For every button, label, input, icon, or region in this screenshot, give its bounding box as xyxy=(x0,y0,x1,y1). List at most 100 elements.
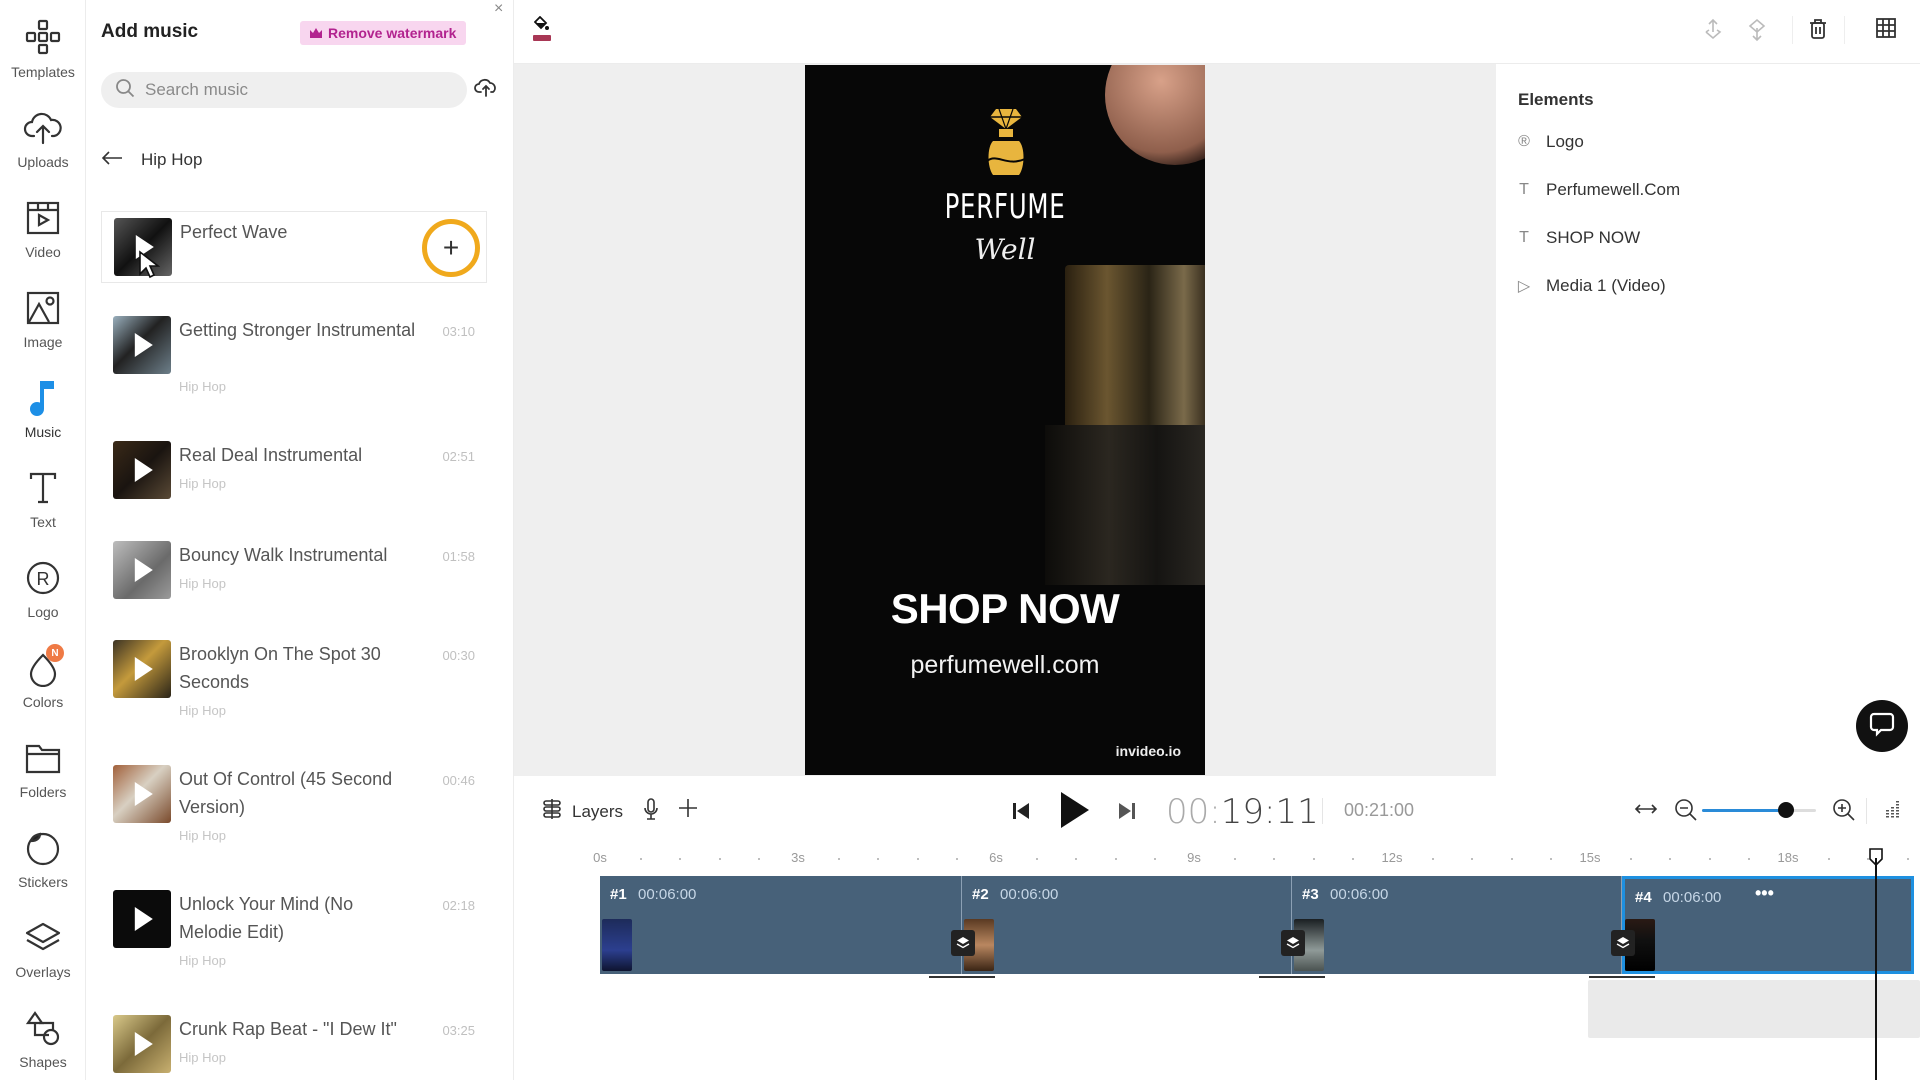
sidebar-item-folders[interactable]: Folders xyxy=(0,738,86,818)
music-panel: Add music Remove watermark × Hip Hop xyxy=(86,0,514,1080)
element-item-shop-now[interactable]: T SHOP NOW xyxy=(1514,228,1640,248)
text-icon: T xyxy=(1519,229,1529,246)
fit-timeline-button[interactable] xyxy=(1634,802,1658,816)
track-thumbnail[interactable] xyxy=(113,541,171,599)
element-item-url-text[interactable]: T Perfumewell.Com xyxy=(1514,180,1680,200)
sidebar-item-image[interactable]: Image xyxy=(0,288,86,368)
timeline-ruler[interactable]: 0s 3s 6s 9s 12s 15s 18s xyxy=(514,844,1920,868)
brand-name-text[interactable]: PERFUME xyxy=(861,187,1149,227)
sidebar-item-label: Stickers xyxy=(18,874,68,890)
play-icon xyxy=(134,907,153,931)
zoom-slider[interactable] xyxy=(1702,802,1816,818)
finger-image xyxy=(1105,65,1205,165)
templates-icon xyxy=(23,18,63,58)
audio-track-placeholder[interactable] xyxy=(1588,980,1920,1038)
zoom-out-button[interactable] xyxy=(1674,798,1698,822)
skip-forward-button[interactable] xyxy=(1118,802,1136,820)
track-thumbnail[interactable] xyxy=(113,640,171,698)
fill-color-swatch[interactable] xyxy=(533,35,551,41)
left-sidebar: Templates Uploads Video Image Music Text… xyxy=(0,0,86,1080)
track-duration: 02:51 xyxy=(442,449,475,464)
ruler-tick xyxy=(1669,858,1672,860)
sidebar-item-overlays[interactable]: Overlays xyxy=(0,918,86,998)
elements-panel: Elements ® Logo T Perfumewell.Com T SHOP… xyxy=(1496,64,1920,776)
play-icon xyxy=(134,782,153,806)
track-genre: Hip Hop xyxy=(179,828,226,843)
track-thumbnail[interactable] xyxy=(113,441,171,499)
bring-forward-button[interactable] xyxy=(1702,18,1724,47)
timeline-clip-3[interactable]: #3 00:06:00 xyxy=(1292,876,1622,974)
timeline-clip-2[interactable]: #2 00:06:00 xyxy=(962,876,1292,974)
audio-levels-icon[interactable] xyxy=(1886,800,1900,820)
ruler-tick xyxy=(1233,858,1236,860)
clip-number: #2 xyxy=(972,886,989,903)
sidebar-item-logo[interactable]: R Logo xyxy=(0,558,86,638)
close-panel-button[interactable]: × xyxy=(494,0,503,18)
track-duration: 02:18 xyxy=(442,898,475,913)
upload-music-button[interactable] xyxy=(474,76,498,103)
sidebar-item-label: Colors xyxy=(22,694,64,710)
website-url-text[interactable]: perfumewell.com xyxy=(805,651,1205,680)
cursor-icon xyxy=(138,250,161,285)
video-preview[interactable]: PERFUME Well SHOP NOW perfumewell.com in… xyxy=(805,65,1205,775)
sidebar-item-stickers[interactable]: Stickers xyxy=(0,828,86,908)
add-layer-button[interactable] xyxy=(678,798,698,818)
add-track-button[interactable]: + xyxy=(422,219,480,277)
record-voiceover-button[interactable] xyxy=(644,798,658,820)
skip-back-button[interactable] xyxy=(1012,802,1030,820)
sidebar-item-shapes[interactable]: Shapes xyxy=(0,1008,86,1080)
shop-now-text[interactable]: SHOP NOW xyxy=(805,585,1205,633)
brand-script-text[interactable]: Well xyxy=(805,233,1205,266)
search-input[interactable] xyxy=(145,80,445,100)
clip-thumbnail xyxy=(602,919,632,971)
perfume-bottle-logo-icon[interactable] xyxy=(983,107,1029,184)
ruler-tick xyxy=(1431,858,1434,860)
delete-icon[interactable] xyxy=(1808,18,1828,45)
chat-support-button[interactable] xyxy=(1856,700,1908,752)
sidebar-item-label: Templates xyxy=(11,64,75,80)
transition-button[interactable] xyxy=(951,930,975,956)
send-backward-button[interactable] xyxy=(1746,18,1768,47)
sidebar-item-uploads[interactable]: Uploads xyxy=(0,108,86,188)
sidebar-item-text[interactable]: Text xyxy=(0,468,86,548)
timeline-clip-4[interactable]: #4 00:06:00 ••• xyxy=(1622,876,1914,974)
sidebar-item-music[interactable]: Music xyxy=(0,378,86,458)
sidebar-item-colors[interactable]: N Colors xyxy=(0,644,86,728)
element-item-logo[interactable]: ® Logo xyxy=(1514,132,1584,152)
transition-button[interactable] xyxy=(1611,930,1635,956)
timeline-clip-1[interactable]: #1 00:06:00 xyxy=(600,876,962,974)
track-thumbnail[interactable] xyxy=(113,1015,171,1073)
search-field[interactable] xyxy=(101,72,467,108)
transition-button[interactable] xyxy=(1281,930,1305,956)
ruler-tick xyxy=(877,858,880,860)
text-icon xyxy=(23,468,63,508)
clip-more-button[interactable]: ••• xyxy=(1755,883,1774,904)
remove-watermark-label: Remove watermark xyxy=(328,25,457,41)
zoom-slider-handle[interactable] xyxy=(1778,802,1795,818)
play-button[interactable] xyxy=(1059,790,1091,830)
track-genre: Hip Hop xyxy=(179,703,226,718)
paint-bucket-icon[interactable] xyxy=(533,15,550,37)
sidebar-item-label: Shapes xyxy=(19,1054,67,1070)
current-time: 00:19:11 xyxy=(1166,792,1319,832)
grid-icon[interactable] xyxy=(1876,18,1896,43)
track-thumbnail[interactable] xyxy=(113,890,171,948)
category-back-link[interactable]: Hip Hop xyxy=(101,150,202,170)
track-thumbnail[interactable] xyxy=(113,765,171,823)
layers-button[interactable]: Layers xyxy=(542,798,623,825)
sidebar-item-templates[interactable]: Templates xyxy=(0,18,86,98)
ruler-label: 6s xyxy=(989,850,1003,865)
track-thumbnail[interactable] xyxy=(113,316,171,374)
sidebar-item-video[interactable]: Video xyxy=(0,198,86,278)
track-item[interactable]: Perfect Wave + xyxy=(101,211,487,283)
ruler-tick xyxy=(1312,858,1315,860)
zoom-in-button[interactable] xyxy=(1832,798,1856,822)
element-item-media[interactable]: ▷ Media 1 (Video) xyxy=(1514,276,1666,296)
play-icon xyxy=(134,1032,153,1056)
element-label: Logo xyxy=(1546,132,1584,151)
playhead[interactable] xyxy=(1875,858,1877,1080)
remove-watermark-button[interactable]: Remove watermark xyxy=(300,21,467,45)
play-icon xyxy=(134,458,153,482)
overlays-icon xyxy=(23,918,63,958)
elements-title: Elements xyxy=(1518,90,1594,109)
